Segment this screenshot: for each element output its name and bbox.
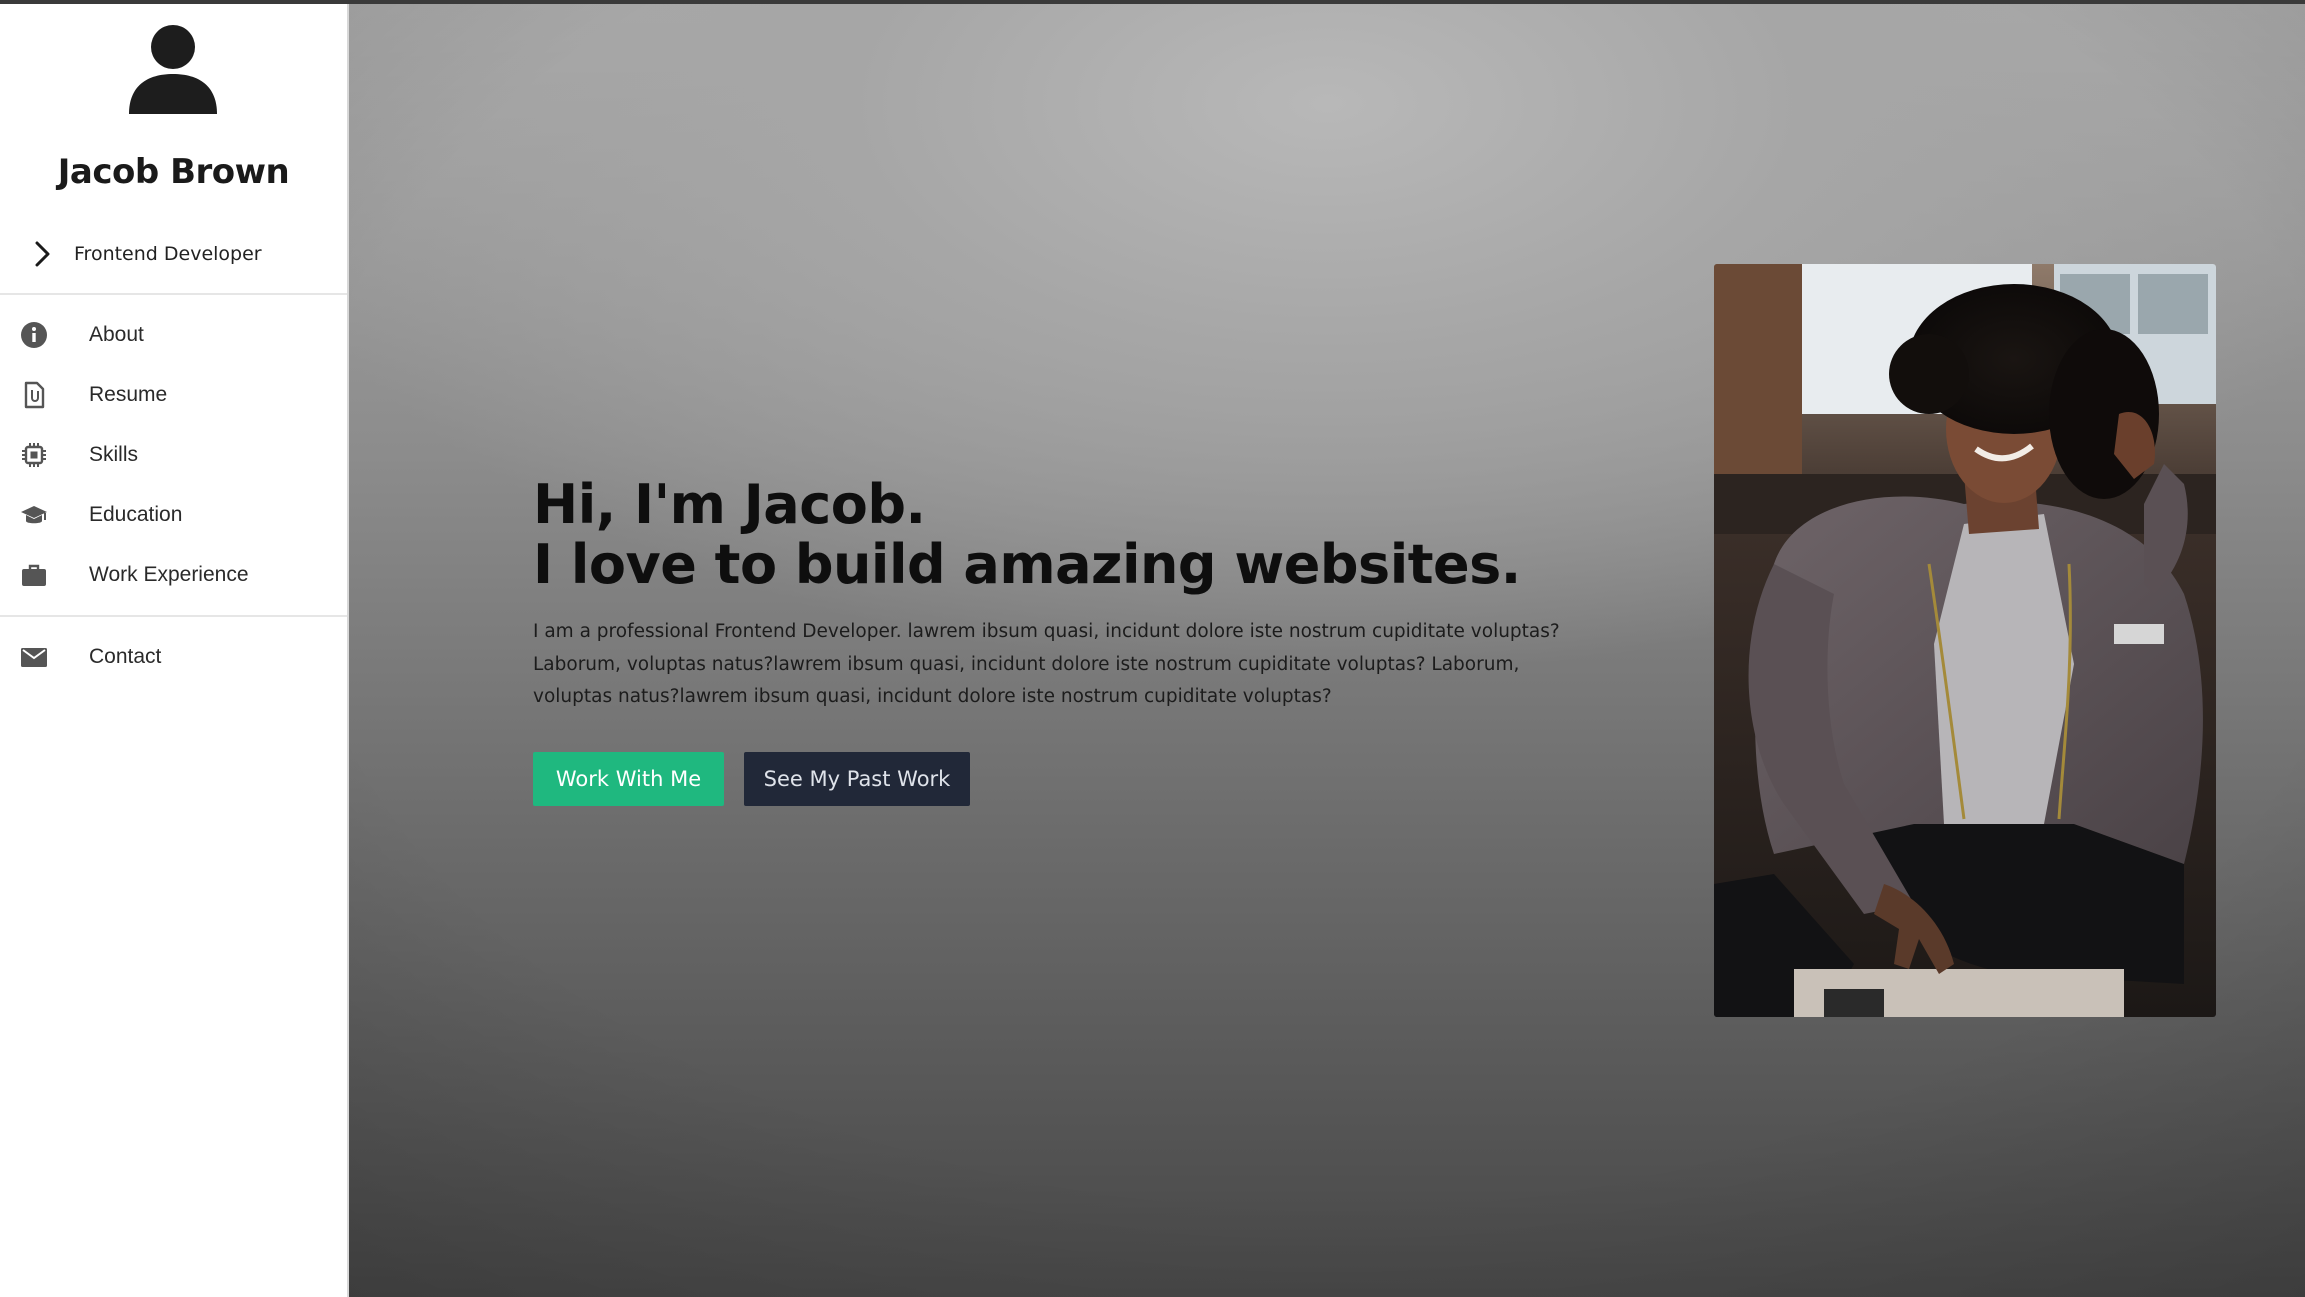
nav-item-about[interactable]: About [0,308,347,362]
hero-section: Hi, I'm Jacob. I love to build amazing w… [349,0,2305,1297]
nav-label-work-experience: Work Experience [89,563,249,586]
info-icon [19,320,49,350]
briefcase-icon [19,560,49,590]
avatar-icon [127,24,219,114]
work-with-me-button[interactable]: Work With Me [533,752,724,806]
role-label: Frontend Developer [74,243,262,265]
hero-intro: I am a professional Frontend Developer. … [533,621,1560,707]
top-border [0,0,2305,4]
headline-line-2: I love to build amazing websites. [533,533,1521,596]
nav-item-resume[interactable]: Resume [0,368,347,422]
headline-line-1: Hi, I'm Jacob. [533,473,926,536]
nav-label-skills: Skills [89,443,139,466]
graduation-cap-icon [19,500,49,530]
sidebar-divider [0,615,347,617]
portfolio-page: Jacob Brown Frontend Developer About Res… [0,0,2305,1297]
nav-item-work-experience[interactable]: Work Experience [0,548,347,602]
profile-name: Jacob Brown [57,152,290,192]
role-toggle[interactable]: Frontend Developer [32,238,262,270]
document-icon [19,380,49,410]
chip-icon [19,440,49,470]
sidebar: Jacob Brown Frontend Developer About Res… [0,0,349,1297]
hero-headline: Hi, I'm Jacob. I love to build amazing w… [533,475,1521,595]
envelope-icon [19,642,49,672]
nav-item-contact[interactable]: Contact [0,630,347,684]
sidebar-divider [0,293,347,295]
nav-item-skills[interactable]: Skills [0,428,347,482]
nav-label-education: Education [89,503,183,526]
profile-photo [1714,264,2216,1017]
see-past-work-button[interactable]: See My Past Work [744,752,970,806]
nav-item-education[interactable]: Education [0,488,347,542]
chevron-right-icon [35,241,50,267]
nav-label-contact: Contact [89,645,162,668]
nav-label-about: About [89,323,144,346]
nav-label-resume: Resume [89,383,168,406]
